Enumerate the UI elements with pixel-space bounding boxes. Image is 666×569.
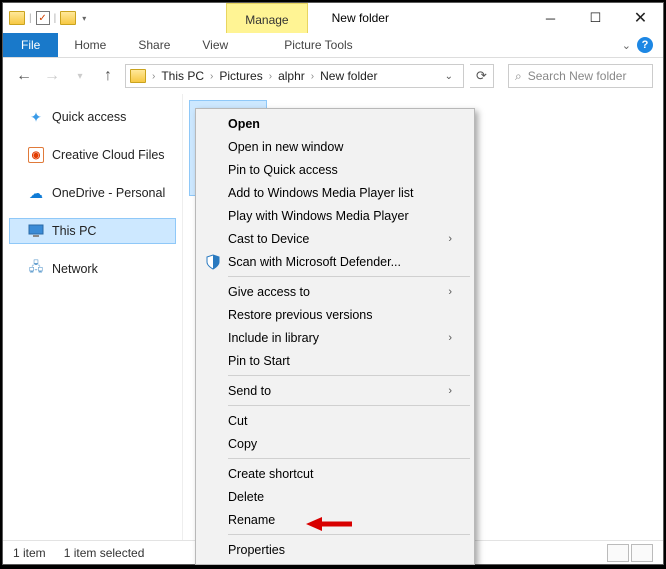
ctx-copy[interactable]: Copy: [198, 432, 472, 455]
titlebar: | ✓ | ▾ Manage New folder ─ ☐ ✕: [3, 3, 663, 33]
breadcrumb-alphr[interactable]: alphr: [274, 69, 309, 83]
chevron-right-icon[interactable]: ›: [150, 71, 157, 82]
nav-item-label: Quick access: [52, 110, 126, 124]
shield-icon: [204, 253, 222, 271]
menu-separator: [228, 534, 470, 535]
qat-properties-icon[interactable]: ✓: [36, 11, 50, 25]
navigation-row: ← → ▾ ↑ › This PC › Pictures › alphr › N…: [3, 58, 663, 94]
ribbon-tabs: File Home Share View Picture Tools ⌄ ?: [3, 33, 663, 58]
search-placeholder: Search New folder: [528, 69, 627, 83]
tab-picture-tools[interactable]: Picture Tools: [268, 33, 368, 57]
breadcrumb-pictures[interactable]: Pictures: [215, 69, 266, 83]
app-icon: [9, 11, 25, 25]
ctx-create-shortcut[interactable]: Create shortcut: [198, 462, 472, 485]
nav-network[interactable]: 🖧 Network: [9, 256, 176, 282]
menu-separator: [228, 405, 470, 406]
help-icon[interactable]: ?: [637, 37, 653, 53]
ctx-send-to[interactable]: Send to ›: [198, 379, 472, 402]
menu-separator: [228, 276, 470, 277]
ctx-play-wmp[interactable]: Play with Windows Media Player: [198, 204, 472, 227]
menu-separator: [228, 375, 470, 376]
address-dropdown-icon[interactable]: ⌄: [439, 71, 459, 82]
file-explorer-window: | ✓ | ▾ Manage New folder ─ ☐ ✕ File Hom…: [2, 2, 664, 565]
ctx-rename[interactable]: Rename: [198, 508, 472, 531]
chevron-right-icon[interactable]: ›: [309, 71, 316, 82]
star-icon: ✦: [28, 109, 44, 125]
maximize-button[interactable]: ☐: [573, 3, 618, 33]
ctx-delete[interactable]: Delete: [198, 485, 472, 508]
picture-tools-manage-tab[interactable]: Manage: [226, 3, 307, 33]
ctx-item-label: Include in library: [228, 331, 319, 345]
breadcrumb-this-pc[interactable]: This PC: [157, 69, 208, 83]
monitor-icon: [28, 223, 44, 239]
ctx-item-label: Cast to Device: [228, 232, 309, 246]
ctx-restore-previous[interactable]: Restore previous versions: [198, 303, 472, 326]
item-count: 1 item: [13, 546, 46, 560]
tab-file[interactable]: File: [3, 33, 58, 57]
network-icon: 🖧: [28, 261, 44, 277]
navigation-pane: ✦ Quick access ◉ Creative Cloud Files ☁ …: [3, 94, 183, 540]
close-button[interactable]: ✕: [618, 3, 663, 33]
breadcrumb-current[interactable]: New folder: [316, 69, 381, 83]
nav-this-pc[interactable]: This PC: [9, 218, 176, 244]
address-folder-icon: [130, 69, 146, 83]
context-menu: Open Open in new window Pin to Quick acc…: [195, 108, 475, 565]
ctx-scan-defender[interactable]: Scan with Microsoft Defender...: [198, 250, 472, 273]
nav-item-label: OneDrive - Personal: [52, 186, 165, 200]
qat-customize-dropdown[interactable]: ▾: [82, 14, 86, 23]
ctx-give-access-to[interactable]: Give access to ›: [198, 280, 472, 303]
selection-count: 1 item selected: [64, 546, 145, 560]
up-button[interactable]: ↑: [97, 65, 119, 87]
ctx-include-library[interactable]: Include in library ›: [198, 326, 472, 349]
ribbon-collapse-icon[interactable]: ⌄: [622, 39, 631, 52]
nav-onedrive[interactable]: ☁ OneDrive - Personal: [9, 180, 176, 206]
ctx-properties[interactable]: Properties: [198, 538, 472, 561]
chevron-right-icon: ›: [448, 233, 452, 245]
window-title: New folder: [308, 3, 389, 33]
tab-view[interactable]: View: [186, 33, 244, 57]
large-icons-view-button[interactable]: [631, 544, 653, 562]
nav-quick-access[interactable]: ✦ Quick access: [9, 104, 176, 130]
ctx-open[interactable]: Open: [198, 112, 472, 135]
chevron-right-icon: ›: [448, 332, 452, 344]
chevron-right-icon[interactable]: ›: [267, 71, 274, 82]
menu-separator: [228, 458, 470, 459]
nav-creative-cloud[interactable]: ◉ Creative Cloud Files: [9, 142, 176, 168]
details-view-button[interactable]: [607, 544, 629, 562]
ctx-pin-start[interactable]: Pin to Start: [198, 349, 472, 372]
qat-newfolder-icon[interactable]: [60, 11, 76, 25]
back-button[interactable]: ←: [13, 65, 35, 87]
ctx-item-label: Scan with Microsoft Defender...: [228, 255, 401, 269]
chevron-right-icon: ›: [448, 286, 452, 298]
ctx-cut[interactable]: Cut: [198, 409, 472, 432]
chevron-right-icon[interactable]: ›: [208, 71, 215, 82]
ctx-item-label: Give access to: [228, 285, 310, 299]
qat-separator: |: [54, 13, 57, 24]
address-bar[interactable]: › This PC › Pictures › alphr › New folde…: [125, 64, 464, 88]
ctx-add-wmp-list[interactable]: Add to Windows Media Player list: [198, 181, 472, 204]
ctx-pin-quick-access[interactable]: Pin to Quick access: [198, 158, 472, 181]
recent-locations-dropdown[interactable]: ▾: [69, 65, 91, 87]
nav-item-label: Creative Cloud Files: [52, 148, 165, 162]
chevron-right-icon: ›: [448, 385, 452, 397]
cloud-icon: ☁: [28, 185, 44, 201]
creative-cloud-icon: ◉: [28, 147, 44, 163]
nav-item-label: This PC: [52, 224, 96, 238]
tab-home[interactable]: Home: [58, 33, 122, 57]
qat-separator: |: [29, 13, 32, 24]
minimize-button[interactable]: ─: [528, 3, 573, 33]
refresh-button[interactable]: ⟳: [470, 64, 494, 88]
ctx-cast-to-device[interactable]: Cast to Device ›: [198, 227, 472, 250]
search-box[interactable]: ⌕ Search New folder: [508, 64, 653, 88]
search-icon: ⌕: [515, 69, 522, 84]
forward-button[interactable]: →: [41, 65, 63, 87]
ctx-open-new-window[interactable]: Open in new window: [198, 135, 472, 158]
nav-item-label: Network: [52, 262, 98, 276]
ctx-item-label: Send to: [228, 384, 271, 398]
tab-share[interactable]: Share: [122, 33, 186, 57]
